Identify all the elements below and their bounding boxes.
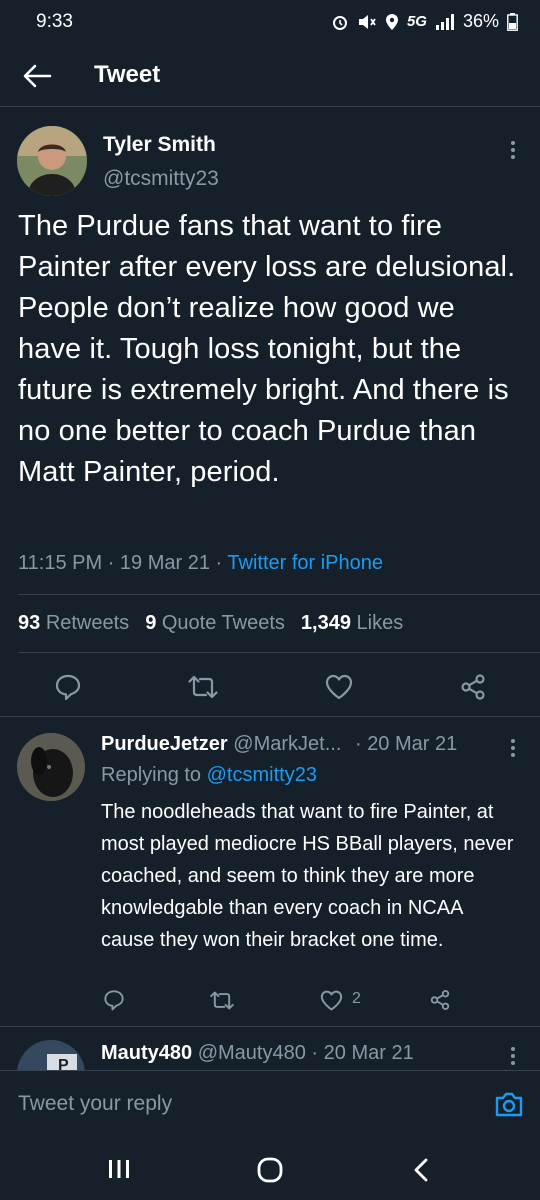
network-type: 5G [406, 13, 427, 30]
share-icon[interactable] [429, 989, 451, 1011]
avatar-photo [17, 126, 87, 196]
reply-compose-bar: Tweet your reply [0, 1070, 540, 1136]
quotes-label: Quote Tweets [161, 612, 285, 634]
location-icon [385, 13, 398, 30]
reply-more-icon[interactable] [511, 736, 517, 760]
retweets-count: 93 [18, 612, 41, 634]
reply-date: 20 Mar 21 [367, 733, 458, 755]
reply-icon[interactable] [103, 989, 125, 1011]
quotes-count: 9 [145, 612, 157, 634]
reply-author-handle[interactable]: @MarkJet... [233, 733, 341, 755]
stats-divider [18, 652, 540, 653]
retweets-label: Retweets [45, 612, 130, 634]
reply-like-count: 2 [352, 990, 361, 1007]
quotes-stat[interactable]: 9 Quote Tweets [145, 612, 285, 635]
signal-icon [435, 13, 454, 30]
tweet-meta: 11:15 PM · 19 Mar 21 · Twitter for iPhon… [18, 552, 384, 574]
avatar-photo [17, 733, 85, 801]
meta-divider [18, 594, 540, 595]
recents-icon[interactable] [107, 1158, 131, 1180]
replying-to: Replying to @tcsmitty23 [101, 764, 317, 787]
likes-stat[interactable]: 1,349 Likes [301, 612, 403, 635]
retweets-stat[interactable]: 93 Retweets [18, 612, 129, 635]
alarm-icon [332, 15, 347, 30]
tweet-stats: 93 Retweets 9 Quote Tweets 1,349 Likes [18, 612, 403, 635]
reply-header: PurdueJetzer @MarkJet... · 20 Mar 21 [101, 733, 458, 755]
status-bar: 9:33 5G 36% [0, 0, 540, 44]
back-nav-icon[interactable] [412, 1157, 430, 1183]
reply-input[interactable]: Tweet your reply [18, 1092, 172, 1116]
tweet-text: The Purdue fans that want to fire Painte… [18, 210, 516, 488]
reply2-more-icon[interactable] [511, 1044, 517, 1068]
likes-label: Likes [356, 612, 404, 634]
reply-author-name[interactable]: PurdueJetzer [101, 733, 228, 755]
tweet-author-avatar[interactable] [17, 126, 87, 196]
tweet-source[interactable]: Twitter for iPhone [227, 552, 383, 574]
reply-text: The noodleheads that want to fire Painte… [101, 801, 514, 951]
like-icon[interactable] [325, 674, 353, 700]
status-time: 9:33 [36, 11, 73, 32]
retweet-icon[interactable] [210, 990, 234, 1011]
battery-icon [507, 12, 518, 31]
compose-divider [0, 1070, 540, 1071]
like-icon[interactable] [320, 990, 343, 1011]
reply2-date: 20 Mar 21 [323, 1042, 414, 1064]
tweet-time: 11:15 PM [18, 552, 103, 574]
reply2-header: Mauty480 @Mauty480 · 20 Mar 21 [101, 1042, 414, 1064]
tweet-actions [0, 670, 540, 704]
tweet-author-handle[interactable]: @tcsmitty23 [103, 167, 219, 191]
top-app-bar: Tweet [0, 44, 540, 106]
reply2-author-handle[interactable]: @Mauty480 [198, 1042, 306, 1064]
tweet-date: 19 Mar 21 [119, 552, 210, 574]
system-nav-bar [0, 1138, 540, 1200]
share-icon[interactable] [459, 673, 487, 701]
reply-author-avatar[interactable] [17, 733, 85, 801]
reply-divider [0, 1026, 540, 1027]
retweet-icon[interactable] [188, 674, 218, 700]
camera-icon[interactable] [494, 1090, 524, 1118]
replying-handle[interactable]: @tcsmitty23 [207, 764, 317, 786]
battery-percent: 36% [462, 11, 499, 31]
actions-divider [0, 716, 540, 717]
reply-actions: 2 [0, 988, 540, 1014]
page-title: Tweet [94, 61, 161, 88]
back-arrow-icon[interactable] [22, 62, 52, 90]
mute-icon [358, 14, 376, 29]
tweet-more-icon[interactable] [511, 138, 517, 162]
status-icons: 5G 36% [331, 11, 518, 32]
reply-icon[interactable] [54, 673, 82, 701]
header-divider [0, 106, 540, 107]
likes-count: 1,349 [300, 612, 351, 634]
tweet-author-name[interactable]: Tyler Smith [103, 133, 216, 157]
home-icon[interactable] [257, 1157, 283, 1183]
reply2-author-name[interactable]: Mauty480 [101, 1042, 192, 1064]
replying-prefix: Replying to [101, 764, 202, 786]
